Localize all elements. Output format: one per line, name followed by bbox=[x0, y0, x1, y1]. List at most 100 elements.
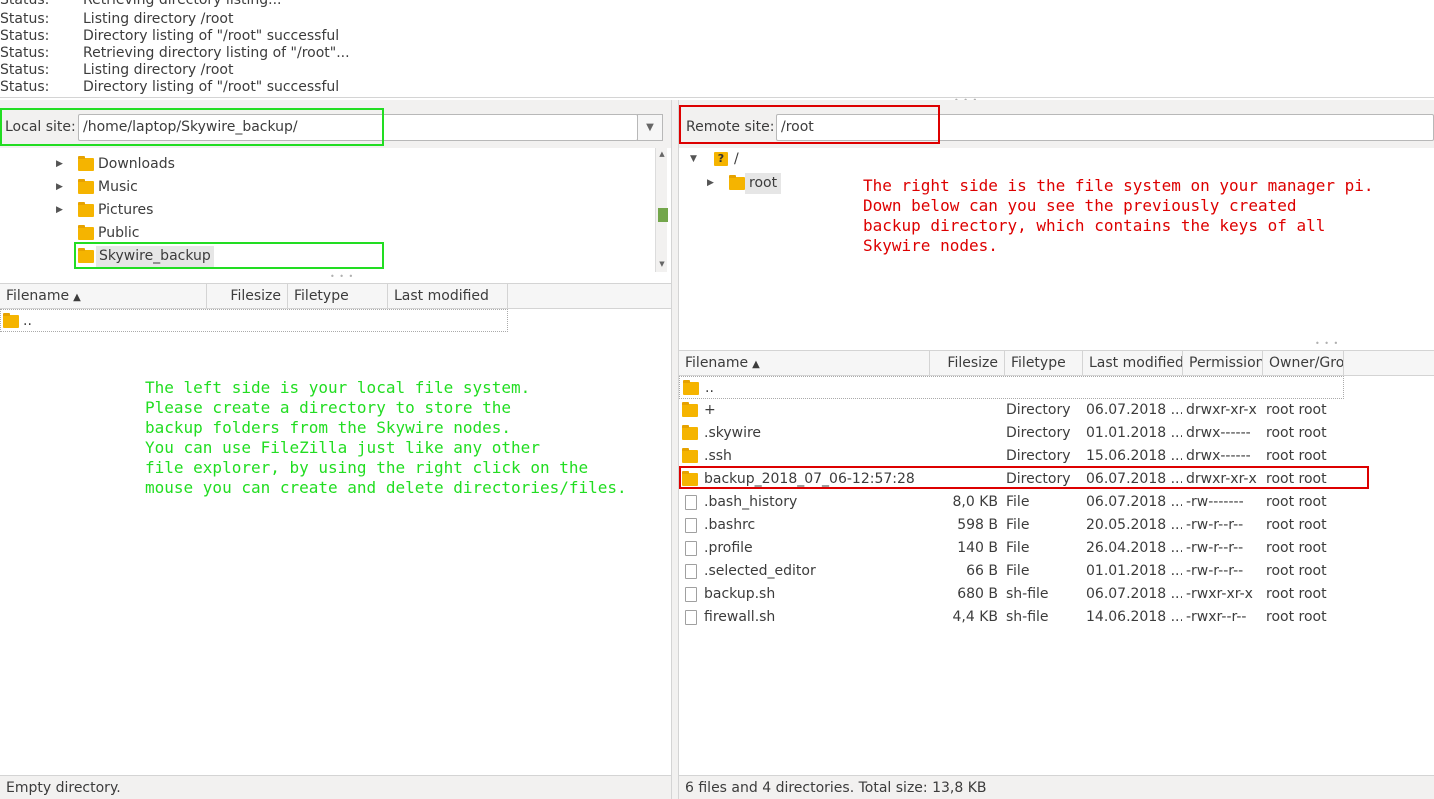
column-filetype[interactable]: Filetype bbox=[288, 284, 388, 309]
folder-icon bbox=[78, 248, 94, 263]
table-row[interactable]: .skywire Directory 01.01.2018 ... drwx-----… bbox=[679, 422, 1434, 445]
cell-filename: + bbox=[704, 402, 716, 418]
table-row[interactable]: .selected_editor 66 B File 01.01.2018 ... -r… bbox=[679, 560, 1434, 583]
table-row[interactable]: .. bbox=[679, 376, 1344, 399]
tree-item-root-slash[interactable]: ▼ ? / bbox=[679, 148, 1079, 171]
cell-last-modified: 01.01.2018 ... bbox=[1086, 563, 1182, 579]
cell-last-modified: 06.07.2018 ... bbox=[1086, 471, 1182, 487]
table-row[interactable]: .bash_history 8,0 KB File 06.07.2018 ... -rw… bbox=[679, 491, 1434, 514]
cell-permission: drwxr-xr-x bbox=[1186, 402, 1257, 418]
folder-icon bbox=[3, 313, 19, 328]
folder-icon bbox=[78, 179, 94, 194]
cell-filename: .selected_editor bbox=[704, 563, 816, 579]
cell-filename: .bashrc bbox=[704, 517, 756, 533]
column-filetype[interactable]: Filetype bbox=[1005, 351, 1083, 376]
file-icon bbox=[685, 587, 697, 602]
cell-filename: .. bbox=[705, 380, 714, 396]
column-filename[interactable]: Filename ▲ bbox=[0, 284, 207, 309]
table-row[interactable]: backup_2018_07_06-12:57:28 Directory 06.07… bbox=[679, 468, 1434, 491]
cell-permission: drwx------ bbox=[1186, 425, 1251, 441]
scroll-up-icon[interactable]: ▲ bbox=[656, 150, 668, 158]
table-row[interactable]: .bashrc 598 B File 20.05.2018 ... -rw-r--r--… bbox=[679, 514, 1434, 537]
cell-last-modified: 15.06.2018 ... bbox=[1086, 448, 1182, 464]
cell-filename: backup_2018_07_06-12:57:28 bbox=[704, 471, 915, 487]
column-filesize[interactable]: Filesize bbox=[930, 351, 1005, 376]
cell-permission: -rw-r--r-- bbox=[1186, 517, 1244, 533]
remote-site-bar: Remote site: /root bbox=[679, 100, 1434, 148]
local-tree-scrollbar[interactable]: ▲ ▼ bbox=[655, 148, 668, 272]
sort-ascending-icon: ▲ bbox=[752, 359, 760, 370]
tree-item-pictures[interactable]: ▶ Pictures bbox=[0, 199, 640, 222]
left-annotation-text: The left side is your local file system.… bbox=[145, 378, 627, 497]
local-site-dropdown[interactable]: ▼ bbox=[637, 114, 663, 141]
cell-last-modified: 01.01.2018 ... bbox=[1086, 425, 1182, 441]
table-row[interactable]: .profile 140 B File 26.04.2018 ... -rw-r--r-… bbox=[679, 537, 1434, 560]
tree-item-downloads[interactable]: ▶ Downloads bbox=[0, 153, 640, 176]
cell-filetype: sh-file bbox=[1006, 609, 1049, 625]
cell-filetype: File bbox=[1006, 563, 1030, 579]
expand-arrow-icon[interactable]: ▶ bbox=[56, 153, 63, 176]
message-log: Status: Retrieving directory listing... … bbox=[0, 0, 1434, 98]
cell-filesize: 680 B bbox=[957, 586, 998, 602]
table-row[interactable]: backup.sh 680 B sh-file 06.07.2018 ... -rwxr… bbox=[679, 583, 1434, 606]
local-tree-splitter-handle[interactable]: • • • bbox=[330, 273, 354, 281]
column-filesize[interactable]: Filesize bbox=[207, 284, 288, 309]
cell-owner-group: root root bbox=[1266, 609, 1327, 625]
cell-owner-group: root root bbox=[1266, 425, 1327, 441]
file-icon bbox=[685, 495, 697, 510]
remote-tree-splitter-handle[interactable]: • • • bbox=[1315, 340, 1339, 348]
tree-item-music[interactable]: ▶ Music bbox=[0, 176, 640, 199]
expand-arrow-icon[interactable]: ▶ bbox=[56, 199, 63, 222]
cell-last-modified: 06.07.2018 ... bbox=[1086, 586, 1182, 602]
vertical-splitter[interactable] bbox=[671, 100, 679, 799]
cell-owner-group: root root bbox=[1266, 563, 1327, 579]
column-owner-group[interactable]: Owner/Gro bbox=[1263, 351, 1344, 376]
cell-filetype: File bbox=[1006, 517, 1030, 533]
cell-owner-group: root root bbox=[1266, 402, 1327, 418]
list-item-parent[interactable]: .. bbox=[0, 309, 508, 332]
cell-permission: -rw-r--r-- bbox=[1186, 563, 1244, 579]
file-icon bbox=[685, 564, 697, 579]
tree-item-skywire-backup[interactable]: Skywire_backup bbox=[0, 245, 640, 268]
table-row[interactable]: firewall.sh 4,4 KB sh-file 14.06.2018 ... -r… bbox=[679, 606, 1434, 629]
scroll-down-icon[interactable]: ▼ bbox=[656, 260, 668, 268]
file-icon bbox=[685, 541, 697, 556]
column-last-modified[interactable]: Last modified bbox=[388, 284, 508, 309]
folder-icon bbox=[78, 202, 94, 217]
sort-ascending-icon: ▲ bbox=[73, 292, 81, 303]
collapse-arrow-icon[interactable]: ▼ bbox=[690, 148, 697, 171]
cell-owner-group: root root bbox=[1266, 517, 1327, 533]
cell-owner-group: root root bbox=[1266, 448, 1327, 464]
folder-icon bbox=[78, 225, 94, 240]
cell-filetype: sh-file bbox=[1006, 586, 1049, 602]
scroll-thumb[interactable] bbox=[658, 208, 668, 222]
column-filename[interactable]: Filename ▲ bbox=[679, 351, 930, 376]
column-permission[interactable]: Permission bbox=[1183, 351, 1263, 376]
cell-owner-group: root root bbox=[1266, 586, 1327, 602]
cell-filename: .skywire bbox=[704, 425, 762, 441]
unknown-folder-icon: ? bbox=[714, 152, 728, 166]
expand-arrow-icon[interactable]: ▶ bbox=[707, 172, 714, 195]
expand-arrow-icon[interactable]: ▶ bbox=[56, 176, 63, 199]
cell-permission: -rw------- bbox=[1186, 494, 1244, 510]
cell-filename: .profile bbox=[704, 540, 753, 556]
table-row[interactable]: .ssh Directory 15.06.2018 ... drwx------ roo… bbox=[679, 445, 1434, 468]
remote-site-input[interactable]: /root bbox=[776, 114, 1434, 141]
local-site-input[interactable]: /home/laptop/Skywire_backup/ bbox=[78, 114, 638, 141]
cell-filesize: 4,4 KB bbox=[952, 609, 999, 625]
column-last-modified[interactable]: Last modified bbox=[1083, 351, 1183, 376]
remote-site-label: Remote site: bbox=[686, 119, 775, 135]
file-icon bbox=[685, 610, 697, 625]
tree-item-public[interactable]: Public bbox=[0, 222, 640, 245]
cell-permission: drwxr-xr-x bbox=[1186, 471, 1257, 487]
remote-status-bar: 6 files and 4 directories. Total size: 1… bbox=[679, 775, 1434, 799]
folder-icon bbox=[682, 402, 698, 417]
cell-permission: drwx------ bbox=[1186, 448, 1251, 464]
chevron-down-icon: ▼ bbox=[646, 122, 654, 133]
table-row[interactable]: + Directory 06.07.2018 ... drwxr-xr-x root r… bbox=[679, 399, 1434, 422]
cell-last-modified: 06.07.2018 ... bbox=[1086, 402, 1182, 418]
cell-last-modified: 26.04.2018 ... bbox=[1086, 540, 1182, 556]
file-icon bbox=[685, 518, 697, 533]
cell-filetype: Directory bbox=[1006, 471, 1071, 487]
cell-filename: backup.sh bbox=[704, 586, 776, 602]
